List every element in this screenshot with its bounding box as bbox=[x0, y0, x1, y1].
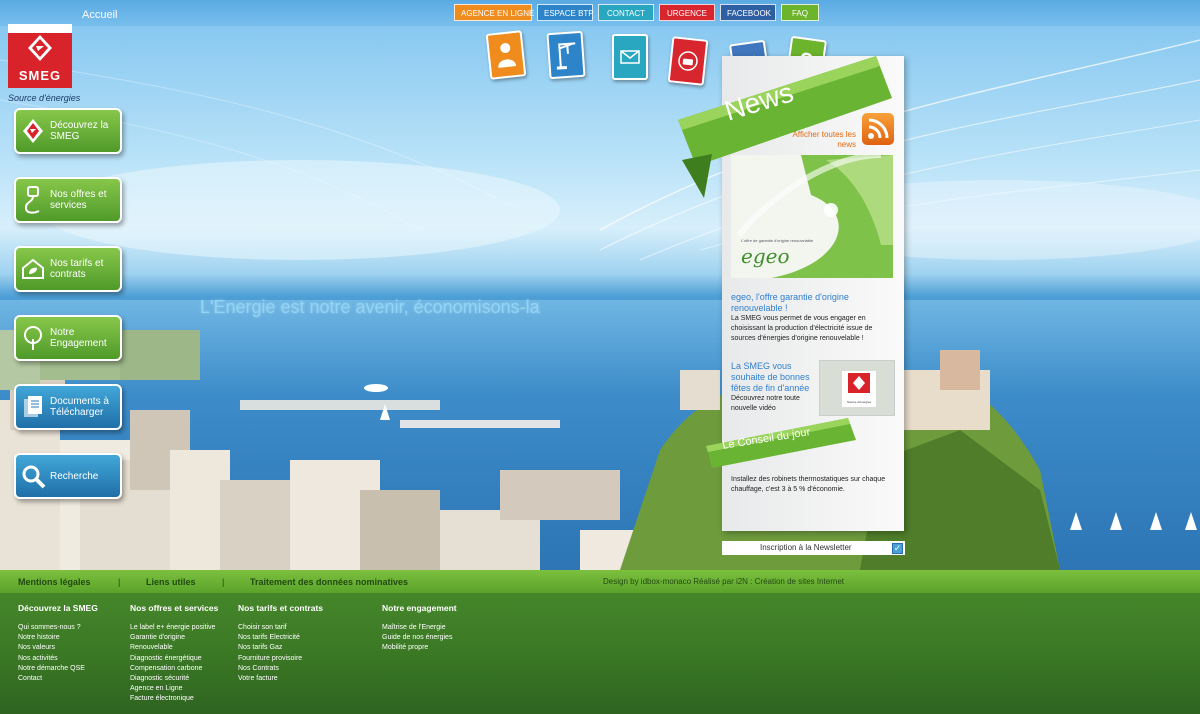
logo-tagline: Source d'énergies bbox=[8, 93, 81, 103]
news-item-2-body: Découvrez notre toute nouvelle vidéo bbox=[731, 395, 800, 412]
tab-faq[interactable]: FAQ bbox=[781, 4, 819, 21]
rss-icon[interactable] bbox=[862, 113, 894, 145]
footer-link[interactable]: Guide de nos énergies bbox=[382, 633, 457, 643]
footer-link[interactable]: Garantie d'origine bbox=[130, 633, 218, 643]
newsletter-label: Inscription à la Newsletter bbox=[760, 543, 852, 552]
footer-link[interactable]: Facture électronique bbox=[130, 694, 218, 704]
thumb-tagline: Source d'énergies bbox=[846, 400, 872, 404]
slogan: L'Energie est notre avenir, économisons-… bbox=[200, 297, 540, 317]
footer-link-mentions[interactable]: Mentions légales bbox=[18, 577, 91, 587]
footer-link[interactable]: Qui sommes-nous ? bbox=[18, 623, 98, 633]
footer-col-title[interactable]: Nos offres et services bbox=[130, 603, 218, 613]
city-illustration bbox=[0, 330, 1197, 570]
contact-envelope-tag-icon[interactable] bbox=[612, 34, 648, 80]
footer-link[interactable]: Nos tarifs Electricité bbox=[238, 633, 323, 643]
footer-col-title[interactable]: Découvrez la SMEG bbox=[18, 603, 98, 613]
footer-separator: | bbox=[118, 577, 121, 587]
news-item-1-body: La SMEG vous permet de vous engager en c… bbox=[731, 315, 873, 342]
news-item-2-title[interactable]: La SMEG vous souhaite de bonnes fêtes de… bbox=[731, 361, 819, 394]
footer-col-engagement: Notre engagement Maîtrise de l'Energie G… bbox=[382, 603, 457, 654]
egeo-caption: L'offre de garantie d'origine renouvelab… bbox=[741, 238, 814, 243]
footer-link[interactable]: Nos valeurs bbox=[18, 643, 98, 653]
documents-icon bbox=[16, 394, 50, 420]
newsletter-signup[interactable]: Inscription à la Newsletter ✓ bbox=[722, 541, 905, 555]
footer-credit[interactable]: Design by idbox-monaco Réalisé par i2N :… bbox=[603, 577, 844, 586]
egeo-wordmark: egeo bbox=[741, 244, 790, 268]
footer-link[interactable]: Nos activités bbox=[18, 654, 98, 664]
footer-link[interactable]: Diagnostic énergétique bbox=[130, 654, 218, 664]
footer-link[interactable]: Diagnostic sécurité bbox=[130, 674, 218, 684]
logo-brand: SMEG bbox=[18, 68, 62, 83]
menu-offres-services[interactable]: Nos offres et services bbox=[14, 177, 122, 223]
tab-urgence[interactable]: URGENCE bbox=[659, 4, 715, 21]
footer-link[interactable]: Notre histoire bbox=[18, 633, 98, 643]
footer-link[interactable]: Nos tarifs Gaz bbox=[238, 643, 323, 653]
footer-col-offres: Nos offres et services Le label e+ énerg… bbox=[130, 603, 218, 705]
footer-col-tarifs: Nos tarifs et contrats Choisir son tarif… bbox=[238, 603, 323, 684]
menu-recherche[interactable]: Recherche bbox=[14, 453, 122, 499]
home-link[interactable]: Accueil bbox=[82, 9, 117, 21]
footer-link[interactable]: Le label e+ énergie positive bbox=[130, 623, 218, 633]
menu-label: Nos offres et services bbox=[50, 189, 107, 211]
footer-link[interactable]: Contact bbox=[18, 674, 98, 684]
footer-link[interactable]: Notre démarche QSE bbox=[18, 664, 98, 674]
menu-label: Nos tarifs et contrats bbox=[50, 258, 104, 280]
btp-crane-tag-icon[interactable] bbox=[546, 30, 586, 80]
magnifier-icon bbox=[16, 463, 50, 489]
video-thumbnail[interactable]: Source d'énergies bbox=[819, 360, 895, 416]
tab-contact[interactable]: CONTACT bbox=[598, 4, 654, 21]
agence-person-tag-icon[interactable] bbox=[485, 30, 527, 80]
footer-link[interactable]: Mobilité propre bbox=[382, 643, 457, 653]
menu-label: Découvrez la SMEG bbox=[50, 120, 109, 142]
footer-separator: | bbox=[222, 577, 225, 587]
footer-link[interactable]: Votre facture bbox=[238, 674, 323, 684]
thumb-logo: Source d'énergies bbox=[842, 371, 876, 407]
menu-decouvrez-smeg[interactable]: Découvrez la SMEG bbox=[14, 108, 122, 154]
footer-col-title[interactable]: Nos tarifs et contrats bbox=[238, 603, 323, 613]
tab-espace-btp[interactable]: ESPACE BTP bbox=[537, 4, 594, 21]
smeg-diamond-icon bbox=[16, 118, 50, 144]
footer-link[interactable]: Choisir son tarif bbox=[238, 623, 323, 633]
menu-label: Documents à Télécharger bbox=[50, 396, 109, 418]
smeg-logo[interactable]: SMEG bbox=[8, 24, 72, 88]
footer-link[interactable]: Maîtrise de l'Energie bbox=[382, 623, 457, 633]
footer-link[interactable]: Agence en Ligne bbox=[130, 684, 218, 694]
footer-col-title[interactable]: Notre engagement bbox=[382, 603, 457, 613]
eco-house-icon bbox=[16, 258, 50, 280]
conseil-text: Installez des robinets thermostatiques s… bbox=[731, 476, 886, 493]
show-all-news-link[interactable]: Afficher toutes les news bbox=[792, 130, 856, 150]
footer-col-decouvrez: Découvrez la SMEG Qui sommes-nous ? Notr… bbox=[18, 603, 98, 684]
menu-label: Recherche bbox=[50, 470, 99, 482]
checkmark-icon[interactable]: ✓ bbox=[892, 543, 903, 554]
footer-link[interactable]: Compensation carbone bbox=[130, 664, 218, 674]
news-item-1-title[interactable]: egeo, l'offre garantie d'origine renouve… bbox=[731, 292, 891, 314]
plug-icon bbox=[16, 185, 50, 215]
footer-link[interactable]: Renouvelable bbox=[130, 643, 218, 653]
tab-facebook[interactable]: FACEBOOK bbox=[720, 4, 776, 21]
tab-agence-en-ligne[interactable]: AGENCE EN LIGNE bbox=[454, 4, 534, 21]
menu-engagement[interactable]: Notre Engagement bbox=[14, 315, 122, 361]
tree-icon bbox=[16, 325, 50, 351]
footer-link-traitement[interactable]: Traitement des données nominatives bbox=[250, 577, 408, 587]
footer-link[interactable]: Fourniture provisoire bbox=[238, 654, 323, 664]
footer-link[interactable]: Nos Contrats bbox=[238, 664, 323, 674]
menu-tarifs-contrats[interactable]: Nos tarifs et contrats bbox=[14, 246, 122, 292]
menu-label: Notre Engagement bbox=[50, 327, 107, 349]
menu-documents[interactable]: Documents à Télécharger bbox=[14, 384, 122, 430]
top-navigation: AGENCE EN LIGNE ESPACE BTP CONTACT URGEN… bbox=[454, 4, 819, 21]
footer-link-liens[interactable]: Liens utiles bbox=[146, 577, 196, 587]
